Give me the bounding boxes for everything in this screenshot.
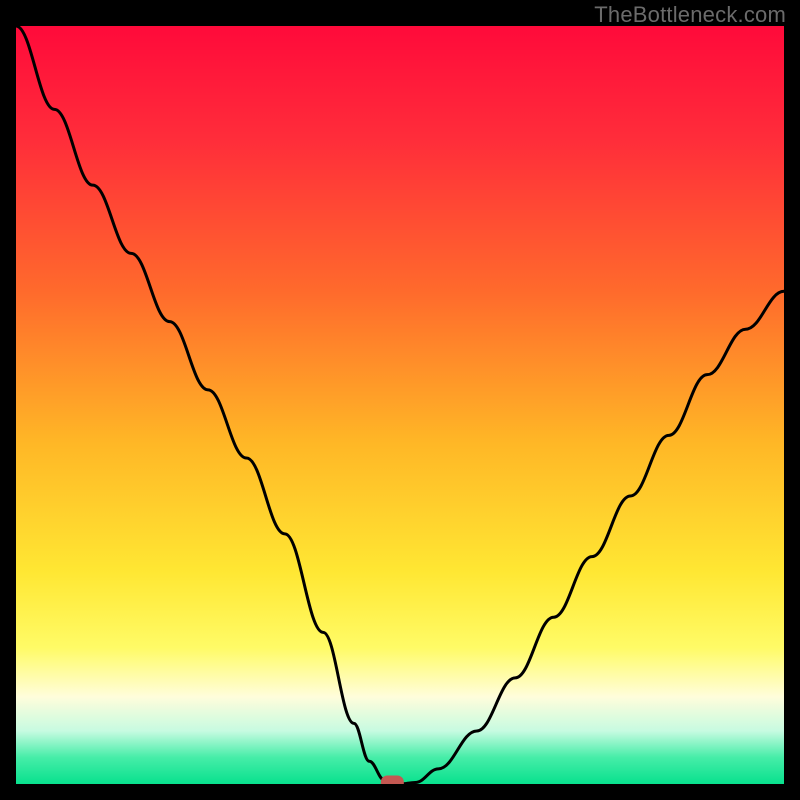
- gradient-background: [16, 26, 784, 784]
- plot-area: [16, 26, 784, 784]
- chart-frame: TheBottleneck.com: [0, 0, 800, 800]
- watermark-text: TheBottleneck.com: [594, 2, 786, 28]
- optimal-marker: [381, 776, 403, 784]
- bottleneck-plot-svg: [16, 26, 784, 784]
